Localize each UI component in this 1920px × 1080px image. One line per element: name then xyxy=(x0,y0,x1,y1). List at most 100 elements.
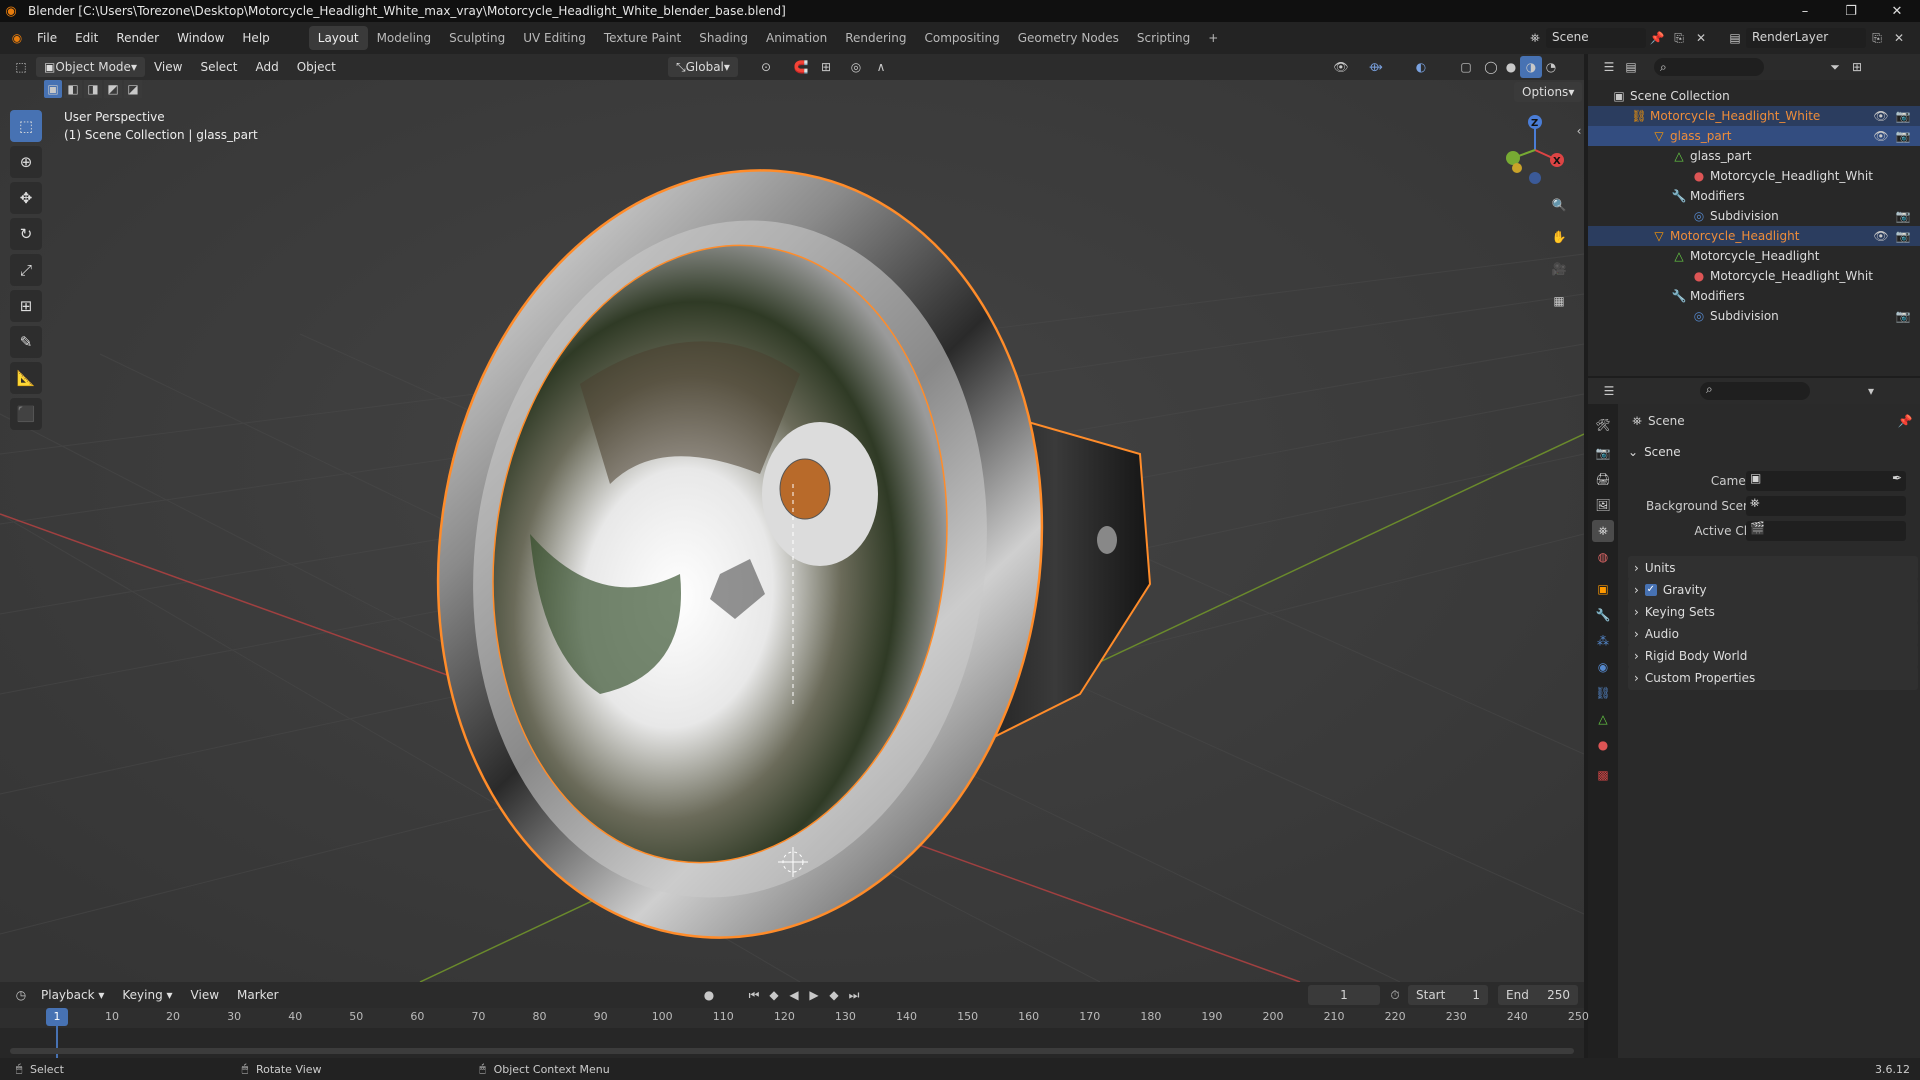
new-scene-icon[interactable]: ⎘ xyxy=(1668,27,1690,49)
outliner-item-glass-part-mesh[interactable]: △ glass_part xyxy=(1588,146,1920,166)
viewport-menu-object[interactable]: Object xyxy=(288,54,345,80)
menu-render[interactable]: Render xyxy=(107,22,168,54)
options-dropdown[interactable]: Options ▾ xyxy=(1514,82,1583,102)
tab-compositing[interactable]: Compositing xyxy=(915,26,1008,50)
scene-panel-header[interactable]: ⌄ Scene xyxy=(1628,440,1918,464)
proportional-edit-icon[interactable]: ◎ xyxy=(845,56,867,78)
section-units[interactable]: › Units xyxy=(1628,556,1918,580)
solid-shading-icon[interactable]: ● xyxy=(1500,56,1522,78)
sidebar-toggle-chevron-icon[interactable]: ‹ xyxy=(1574,120,1584,142)
current-frame-field[interactable]: 1 xyxy=(1308,985,1380,1005)
menu-edit[interactable]: Edit xyxy=(66,22,107,54)
scene-name-field[interactable]: Scene xyxy=(1546,28,1646,48)
mode-dropdown[interactable]: ▣ Object Mode ▾ xyxy=(36,57,145,77)
data-tab-icon[interactable]: △ xyxy=(1592,708,1614,730)
pin-icon[interactable]: 📌 xyxy=(1646,27,1668,49)
transform-orientation-dropdown[interactable]: ⤡ Global ▾ xyxy=(668,57,738,77)
select-intersect-icon[interactable]: ◪ xyxy=(124,80,142,98)
play-reverse-icon[interactable]: ◀ xyxy=(783,984,805,1006)
outliner-item-subdivision[interactable]: ◎ Subdivision 📷 xyxy=(1588,206,1920,226)
perspective-toggle-icon[interactable]: ▦ xyxy=(1548,290,1570,312)
timer-icon[interactable]: ⏱ xyxy=(1384,984,1406,1006)
outliner-item-motorcycle-headlight-mesh[interactable]: △ Motorcycle_Headlight xyxy=(1588,246,1920,266)
new-view-layer-icon[interactable]: ⎘ xyxy=(1866,27,1888,49)
add-workspace-button[interactable]: + xyxy=(1199,26,1227,50)
output-tab-icon[interactable]: 🖨 xyxy=(1592,468,1614,490)
outliner-item-material[interactable]: ● Motorcycle_Headlight_Whit xyxy=(1588,166,1920,186)
outliner-item-modifiers-2[interactable]: 🔧 Modifiers xyxy=(1588,286,1920,306)
viewport-menu-select[interactable]: Select xyxy=(191,54,246,80)
outliner-item-glass-part[interactable]: ▽ glass_part 👁 📷 xyxy=(1588,126,1920,146)
select-extend-icon[interactable]: ◧ xyxy=(64,80,82,98)
render-camera-icon[interactable]: 📷 xyxy=(1892,205,1914,227)
start-frame-field[interactable]: Start 1 xyxy=(1408,985,1488,1005)
pivot-point-icon[interactable]: ⊙ xyxy=(755,56,777,78)
rendered-shading-icon[interactable]: ◔ xyxy=(1540,56,1562,78)
viewport-menu-view[interactable]: View xyxy=(145,54,191,80)
tab-geometry-nodes[interactable]: Geometry Nodes xyxy=(1009,26,1128,50)
outliner-item-modifiers[interactable]: 🔧 Modifiers xyxy=(1588,186,1920,206)
timeline-menu-view[interactable]: View xyxy=(182,982,228,1008)
object-tab-icon[interactable]: ▣ xyxy=(1592,578,1614,600)
particles-tab-icon[interactable]: ⁂ xyxy=(1592,630,1614,652)
properties-options-chevron-icon[interactable]: ▾ xyxy=(1860,380,1882,402)
eyedropper-icon[interactable]: ✒ xyxy=(1892,471,1902,485)
add-cube-tool-icon[interactable]: ⬛ xyxy=(10,398,42,430)
section-custom-properties[interactable]: › Custom Properties xyxy=(1628,666,1918,690)
3d-viewport[interactable]: ⬚ ▣ Object Mode ▾ View Select Add Object… xyxy=(0,54,1584,982)
select-box-tool-icon[interactable]: ⬚ xyxy=(10,110,42,142)
rotate-tool-icon[interactable]: ↻ xyxy=(10,218,42,250)
material-tab-icon[interactable]: ● xyxy=(1592,734,1614,756)
filter-icon[interactable]: ⏷ xyxy=(1824,56,1846,78)
select-new-icon[interactable]: ▣ xyxy=(44,80,62,98)
view-layer-selector[interactable]: ▤ RenderLayer ⎘ ✕ xyxy=(1724,26,1920,50)
outliner-scene-collection[interactable]: ▣ Scene Collection xyxy=(1588,86,1920,106)
texture-tab-icon[interactable]: ▩ xyxy=(1592,764,1614,786)
gizmo-toggle-icon[interactable]: ⟴ xyxy=(1365,56,1387,78)
measure-tool-icon[interactable]: 📐 xyxy=(10,362,42,394)
outliner-item-subdivision-2[interactable]: ◎ Subdivision 📷 xyxy=(1588,306,1920,326)
jump-start-icon[interactable]: ⏮ xyxy=(743,984,765,1006)
snap-icon[interactable]: 🧲 xyxy=(790,56,812,78)
outliner-item-motorcycle-headlight[interactable]: ▽ Motorcycle_Headlight 👁 📷 xyxy=(1588,226,1920,246)
constraints-tab-icon[interactable]: ⛓ xyxy=(1592,682,1614,704)
tab-animation[interactable]: Animation xyxy=(757,26,836,50)
section-gravity[interactable]: › ✓ Gravity xyxy=(1628,578,1918,602)
render-camera-icon[interactable]: 📷 xyxy=(1892,105,1914,127)
select-subtract-icon[interactable]: ◨ xyxy=(84,80,102,98)
render-camera-icon[interactable]: 📷 xyxy=(1892,305,1914,327)
visibility-eye-icon[interactable]: 👁 xyxy=(1870,105,1892,127)
falloff-icon[interactable]: ∧ xyxy=(870,56,892,78)
pin-icon[interactable]: 📌 xyxy=(1894,410,1916,432)
render-camera-icon[interactable]: 📷 xyxy=(1892,225,1914,247)
end-frame-field[interactable]: End 250 xyxy=(1498,985,1578,1005)
tab-layout[interactable]: Layout xyxy=(308,26,368,50)
properties-editor-type-icon[interactable]: ☰ xyxy=(1598,380,1620,402)
background-scene-field[interactable]: ⛯ xyxy=(1746,496,1906,516)
timeline-menu-keying[interactable]: Keying ▾ xyxy=(113,982,181,1008)
tab-rendering[interactable]: Rendering xyxy=(836,26,915,50)
view-layer-name-field[interactable]: RenderLayer xyxy=(1746,28,1866,48)
viewport-menu-add[interactable]: Add xyxy=(246,54,287,80)
tab-modeling[interactable]: Modeling xyxy=(368,26,441,50)
jump-end-icon[interactable]: ⏭ xyxy=(843,984,865,1006)
view-layer-tab-icon[interactable]: 🖼 xyxy=(1592,494,1614,516)
menu-help[interactable]: Help xyxy=(233,22,278,54)
tab-scripting[interactable]: Scripting xyxy=(1128,26,1199,50)
visibility-icon[interactable]: 👁 xyxy=(1330,56,1352,78)
outliner-item-material-2[interactable]: ● Motorcycle_Headlight_Whit xyxy=(1588,266,1920,286)
snap-target-icon[interactable]: ⊞ xyxy=(815,56,837,78)
delete-scene-icon[interactable]: ✕ xyxy=(1690,27,1712,49)
section-keying-sets[interactable]: › Keying Sets xyxy=(1628,600,1918,624)
new-collection-icon[interactable]: ⊞ xyxy=(1846,56,1868,78)
section-audio[interactable]: › Audio xyxy=(1628,622,1918,646)
maximize-button[interactable]: ❐ xyxy=(1828,0,1874,22)
editor-type-icon[interactable]: ⬚ xyxy=(10,56,32,78)
display-mode-icon[interactable]: ▤ xyxy=(1620,56,1642,78)
outliner-search-input[interactable]: ⌕ xyxy=(1654,58,1764,76)
timeline-menu-marker[interactable]: Marker xyxy=(228,982,287,1008)
camera-view-icon[interactable]: 🎥 xyxy=(1548,258,1570,280)
navigation-gizmo[interactable]: Z X xyxy=(1495,110,1575,190)
tab-texture-paint[interactable]: Texture Paint xyxy=(595,26,690,50)
section-rigid-body-world[interactable]: › Rigid Body World xyxy=(1628,644,1918,668)
